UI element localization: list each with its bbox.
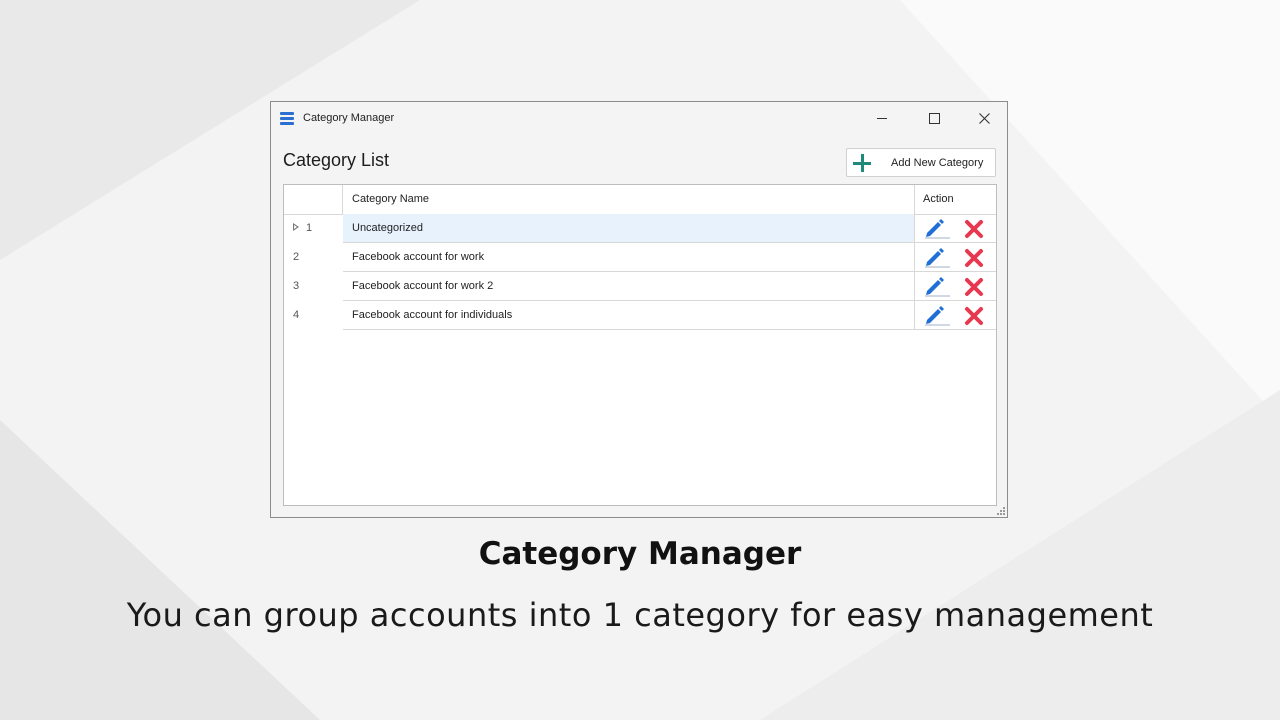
edit-pencil-icon[interactable]	[924, 247, 950, 268]
close-icon	[978, 113, 990, 124]
category-grid[interactable]: Category Name Action 1 Uncategorized 2 F…	[283, 184, 997, 506]
close-button[interactable]	[961, 102, 1007, 135]
add-new-category-button[interactable]: Add New Category	[846, 148, 996, 177]
row-number-text: 1	[306, 222, 313, 234]
action-cell	[915, 243, 996, 272]
category-name-cell[interactable]: Facebook account for work 2	[343, 272, 915, 301]
current-row-arrow-icon	[293, 223, 299, 232]
column-header-action: Action	[923, 193, 954, 205]
add-new-category-label: Add New Category	[891, 156, 984, 169]
window-title: Category Manager	[303, 112, 395, 124]
action-cell	[915, 214, 996, 243]
caption-title: Category Manager	[478, 536, 802, 572]
title-bar[interactable]: Category Manager	[271, 102, 1007, 135]
page-title: Category List	[283, 150, 390, 170]
table-row[interactable]: 3 Facebook account for work 2	[284, 272, 996, 301]
action-cell	[915, 272, 996, 301]
row-header-corner	[284, 185, 343, 214]
delete-x-icon[interactable]	[964, 277, 984, 297]
category-name-cell[interactable]: Facebook account for work	[343, 243, 915, 272]
row-number: 4	[293, 309, 300, 321]
maximize-icon	[928, 113, 940, 124]
delete-x-icon[interactable]	[964, 219, 984, 239]
hamburger-list-icon	[280, 112, 294, 125]
minimize-button[interactable]	[859, 102, 905, 135]
row-number: 1	[284, 214, 343, 243]
edit-pencil-icon[interactable]	[924, 305, 950, 326]
row-number: 2	[293, 251, 300, 263]
category-manager-window: Category Manager Category List Add New C…	[270, 101, 1008, 518]
table-row[interactable]: 1 Uncategorized	[284, 214, 996, 243]
edit-pencil-icon[interactable]	[924, 218, 950, 239]
maximize-button[interactable]	[911, 102, 957, 135]
caption-subtitle: You can group accounts into 1 category f…	[126, 596, 1154, 634]
edit-pencil-icon[interactable]	[924, 276, 950, 297]
category-name-cell[interactable]: Facebook account for individuals	[343, 301, 915, 330]
grid-header: Category Name Action	[284, 185, 996, 215]
table-row[interactable]: 4 Facebook account for individuals	[284, 301, 996, 330]
column-header-category-name[interactable]: Category Name	[343, 185, 915, 214]
delete-x-icon[interactable]	[964, 248, 984, 268]
minimize-icon	[877, 118, 887, 119]
delete-x-icon[interactable]	[964, 306, 984, 326]
row-number: 3	[293, 280, 300, 292]
action-cell	[915, 301, 996, 330]
resize-grip-icon[interactable]	[997, 507, 1005, 515]
category-name-cell[interactable]: Uncategorized	[343, 214, 915, 243]
plus-icon	[853, 153, 871, 172]
table-row[interactable]: 2 Facebook account for work	[284, 243, 996, 272]
